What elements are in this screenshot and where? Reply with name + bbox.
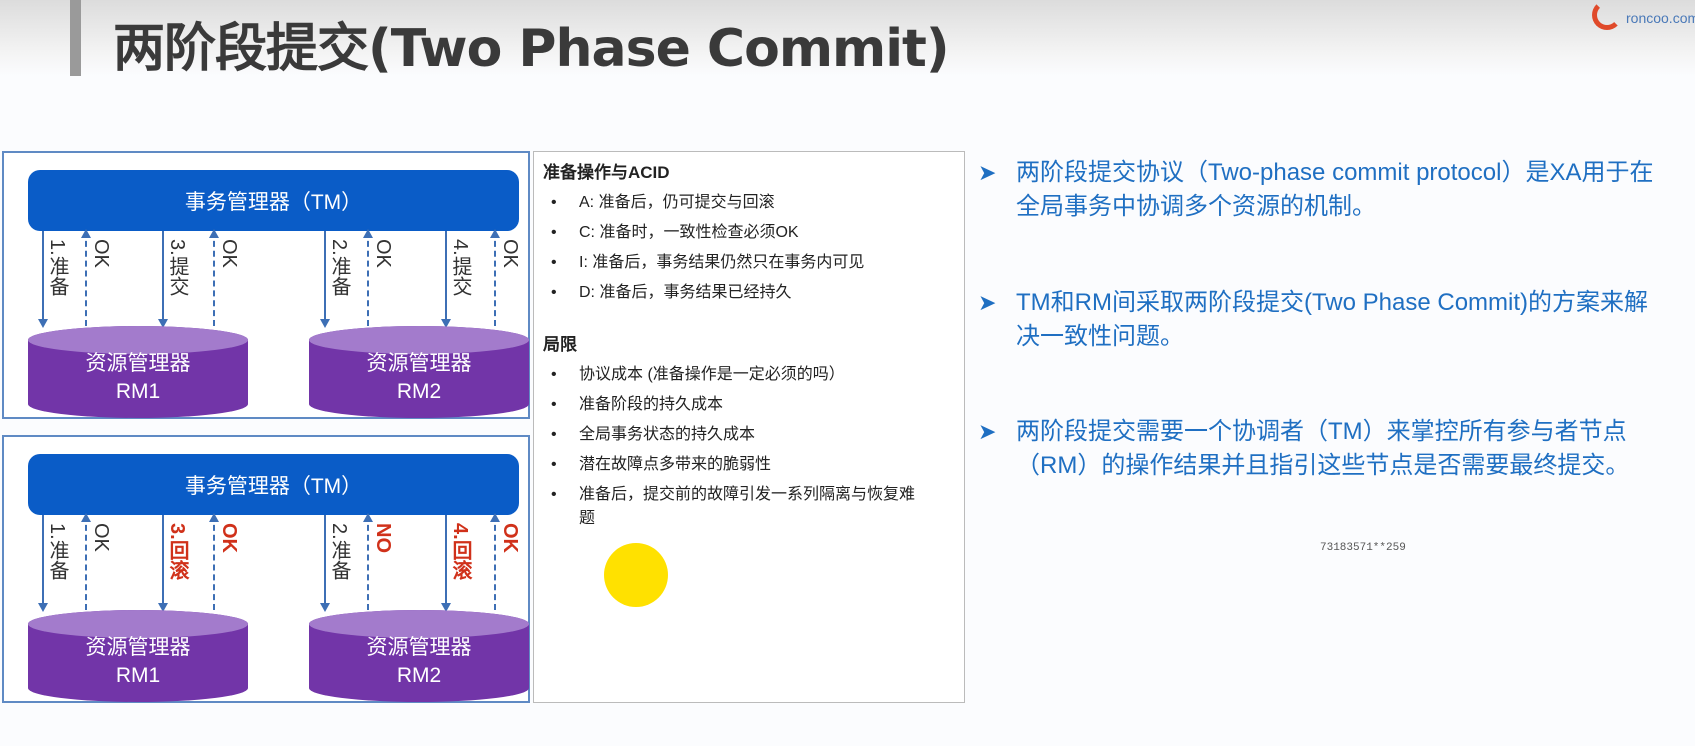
arrow-label: OK [499, 239, 521, 268]
chevron-right-icon: ➤ [978, 290, 997, 315]
arrow-up [81, 513, 91, 610]
arrow-label: 4.回滚 [449, 523, 471, 580]
chevron-right-icon: ➤ [978, 160, 997, 185]
rm-id: RM1 [115, 664, 161, 687]
resource-manager-rm2: 资源管理器 RM2 [309, 610, 529, 702]
arrow-label: OK [90, 523, 112, 552]
acid-item: D: 准备后，事务结果已经持久 [543, 278, 964, 308]
arrow-up [209, 513, 219, 610]
arrow-up [363, 229, 373, 326]
arrow-label: 4.提交 [449, 239, 471, 296]
arrow-down [158, 515, 168, 612]
arrow-up [363, 513, 373, 610]
rm-id: RM2 [396, 664, 442, 687]
cursor-highlight [604, 543, 668, 607]
arrow-up [490, 513, 500, 610]
arrow-label: NO [372, 523, 394, 553]
acid-heading: 准备操作与ACID [543, 163, 670, 182]
arrow-down [441, 515, 451, 612]
slide-title: 两阶段提交(Two Phase Commit) [113, 19, 950, 79]
arrow-label: OK [218, 239, 240, 268]
rm-id: RM2 [396, 380, 442, 403]
acid-item: A: 准备后，仍可提交与回滚 [543, 188, 964, 218]
arrow-label: OK [499, 523, 521, 553]
limit-item: 全局事务状态的持久成本 [543, 420, 953, 450]
arrow-label: 1.准备 [46, 523, 68, 580]
limit-item: 协议成本 (准备操作是一定必须的吗） [543, 360, 953, 390]
arrow-down [38, 231, 48, 328]
arrow-down [38, 515, 48, 612]
arrow-label: 3.回滚 [166, 523, 188, 580]
arrow-up [81, 229, 91, 326]
rm-name: 资源管理器 [85, 636, 191, 659]
arrow-up [490, 229, 500, 326]
diagram-commit: 事务管理器（TM） 1.准备 OK 3.提交 OK 2.准备 OK 4.提交 O… [2, 151, 530, 419]
watermark-id: 73183571**259 [1320, 542, 1406, 554]
roncoo-logo: roncoo.com [1590, 0, 1695, 32]
limits-heading: 局限 [543, 335, 577, 354]
arrow-label: 1.准备 [46, 239, 68, 296]
rm-name: 资源管理器 [85, 352, 191, 375]
logo-text: roncoo.com [1626, 10, 1695, 26]
acid-item: I: 准备后，事务结果仍然只在事务内可见 [543, 248, 964, 278]
resource-manager-rm2: 资源管理器 RM2 [309, 326, 529, 418]
bullet-text: 两阶段提交协议（Two-phase commit protocol）是XA用于在… [1016, 159, 1654, 220]
resource-manager-rm1: 资源管理器 RM1 [28, 610, 248, 702]
limit-item: 潜在故障点多带来的脆弱性 [543, 450, 953, 480]
limit-item: 准备阶段的持久成本 [543, 390, 953, 420]
transaction-manager: 事务管理器（TM） [28, 454, 519, 515]
arrow-label: OK [90, 239, 112, 268]
arrow-down [441, 231, 451, 328]
header-accent-bar [70, 0, 81, 76]
rm-name: 资源管理器 [366, 352, 472, 375]
logo-icon [1592, 0, 1622, 30]
transaction-manager: 事务管理器（TM） [28, 170, 519, 231]
arrow-down [158, 231, 168, 328]
arrow-down [320, 231, 330, 328]
rm-name: 资源管理器 [366, 636, 472, 659]
resource-manager-rm1: 资源管理器 RM1 [28, 326, 248, 418]
arrow-down [320, 515, 330, 612]
acid-item: C: 准备时，一致性检查必须OK [543, 218, 964, 248]
arrow-label: OK [372, 239, 394, 268]
rm-id: RM1 [115, 380, 161, 403]
arrow-label: OK [218, 523, 240, 553]
arrow-up [209, 229, 219, 326]
arrow-label: 2.准备 [328, 239, 350, 296]
limit-item: 准备后，提交前的故障引发一系列隔离与恢复难题 [543, 480, 953, 531]
arrow-label: 2.准备 [328, 523, 350, 580]
arrow-label: 3.提交 [166, 239, 188, 296]
diagram-rollback: 事务管理器（TM） 1.准备 OK 3.回滚 OK 2.准备 NO 4.回滚 O… [2, 435, 530, 703]
bullet-text: 两阶段提交需要一个协调者（TM）来掌控所有参与者节点（RM）的操作结果并且指引这… [1016, 418, 1630, 479]
bullet-text: TM和RM间采取两阶段提交(Two Phase Commit)的方案来解决一致性… [1016, 289, 1649, 350]
chevron-right-icon: ➤ [978, 419, 997, 444]
acid-limits-textbox: 准备操作与ACID A: 准备后，仍可提交与回滚 C: 准备时，一致性检查必须O… [533, 151, 965, 703]
